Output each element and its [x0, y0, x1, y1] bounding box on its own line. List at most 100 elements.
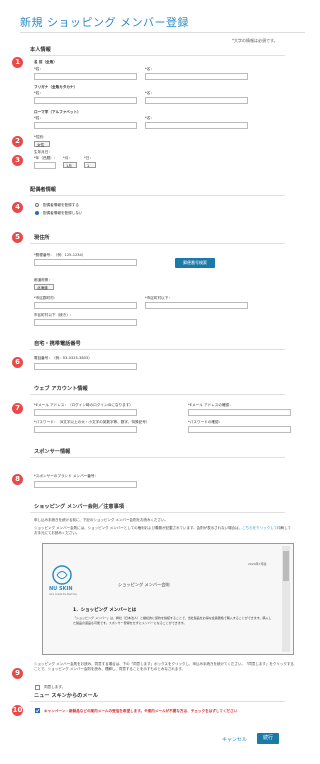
password-confirm-label: *パスワードの確認：	[188, 420, 223, 424]
city-label: *市区郡町村：	[34, 296, 58, 300]
step-marker-2: 2	[12, 136, 23, 147]
first-name-roman-input[interactable]	[145, 122, 248, 129]
birth-month-select[interactable]: 1月	[63, 162, 77, 168]
document-date: 2020年7月版	[248, 562, 267, 566]
mail-optin-checkbox[interactable]	[35, 708, 40, 713]
section-divider	[30, 701, 285, 702]
mail-optin-text: キャンペーン・新製品などの案内メールの受信を希望します。※案内メールが不要な方は…	[44, 709, 238, 713]
step-marker-1: 1	[12, 57, 23, 68]
birth-month-label: *月：	[63, 156, 72, 160]
section-divider	[30, 243, 285, 244]
agree-instructions: ショッピング メンバー会則をお読み、同意する場合は、下の「同意します」ボックスを…	[34, 662, 294, 671]
section-divider	[30, 512, 285, 513]
town-label: *市区町村以下：	[145, 296, 172, 300]
address-heading: 現住所	[34, 235, 50, 241]
continue-button[interactable]: 続行	[257, 733, 279, 744]
contract-document-viewer[interactable]: NU SKIN Let's Create the Best Day 2020年7…	[42, 543, 294, 655]
spouse-heading: 配偶者情報	[30, 187, 56, 193]
gender-select[interactable]: 女性	[34, 141, 50, 147]
city-input[interactable]	[34, 302, 137, 309]
name-roman-label: ローマ字（アルファベット）	[34, 110, 81, 114]
step-marker-4: 4	[12, 202, 23, 213]
postal-code-input[interactable]	[34, 259, 137, 266]
document-title: ショッピング メンバー会則	[118, 582, 170, 587]
phone-input[interactable]	[34, 363, 137, 370]
email-input[interactable]	[34, 409, 137, 416]
name-kanji-label: 名 前（全角）	[34, 60, 57, 64]
contract-intro: 申し込み手続きを続ける前に、下記のショッピング メンバー会則をお読みください。	[34, 518, 169, 522]
building-input[interactable]	[34, 319, 137, 326]
account-heading: ウェブ アカウント情報	[34, 386, 88, 392]
email-confirm-label: *Eメール アドレスの確認：	[188, 403, 233, 407]
password-label: *パスワード：（8文字以上の大・小文字の英数字等、数字、特殊記号）	[34, 420, 150, 424]
password-confirm-input[interactable]	[188, 426, 291, 433]
postal-search-button[interactable]: 郵便番号検索	[175, 258, 215, 268]
birth-label: 生年月日：	[34, 150, 52, 154]
birth-year-input[interactable]	[34, 162, 56, 169]
password-input[interactable]	[34, 426, 137, 433]
agree-label: 同意します。	[44, 685, 66, 689]
birth-day-select[interactable]: 1	[84, 162, 96, 168]
check-icon	[35, 709, 40, 713]
email-label: *Eメール アドレス：（ログイン時のログインIDになります）	[34, 403, 133, 407]
document-scrollbar[interactable]	[282, 546, 290, 652]
step-marker-8: 8	[12, 474, 23, 485]
nu-skin-logo-icon	[51, 564, 73, 586]
sponsor-heading: スポンサー情報	[34, 449, 71, 455]
birth-day-label: *日：	[84, 156, 93, 160]
step-marker-9: 9	[12, 668, 23, 679]
last-name-kanji-input[interactable]	[34, 73, 137, 80]
first-name-kanji-input[interactable]	[145, 73, 248, 80]
section-divider	[30, 349, 285, 350]
sponsor-input[interactable]	[34, 481, 137, 488]
spouse-register-label: 配偶者情報を登録する	[43, 203, 79, 207]
gender-label: *性別：	[34, 135, 47, 139]
last-name-roman-input[interactable]	[34, 122, 137, 129]
document-section-title: 1．ショッピング メンバーとは	[73, 608, 137, 613]
name-kanji-last-label: *姓：	[34, 67, 43, 71]
name-roman-first-label: *名：	[145, 116, 154, 120]
name-kana-first-label: *名：	[145, 91, 154, 95]
contract-heading: ショッピング メンバー会則／注意事項	[34, 504, 124, 510]
mail-heading: ニュー スキンからのメール	[34, 693, 98, 699]
section-divider	[30, 394, 285, 395]
sponsor-label: *スポンサーのブランド メンバー番号：	[34, 474, 99, 478]
step-marker-6: 6	[12, 357, 23, 368]
spouse-register-radio[interactable]	[35, 203, 39, 207]
phone-heading: 自宅・携帯電話番号	[34, 341, 81, 347]
logo-text: NU SKIN	[49, 586, 73, 592]
step-marker-3: 3	[12, 155, 23, 166]
required-note: *大字の情報は必須です。	[232, 38, 278, 43]
phone-label: 電話番号：（例：03-0325-3803）	[34, 356, 92, 360]
agree-checkbox[interactable]	[35, 685, 40, 690]
town-input[interactable]	[145, 302, 248, 309]
section-divider	[30, 55, 285, 56]
name-kanji-first-label: *名：	[145, 67, 154, 71]
contract-notice: ショッピング メンバー会則には、ショッピング メンバーとしての権利および義務が記…	[34, 526, 294, 536]
building-label: 市区町村以下（続き）：	[34, 313, 74, 317]
title-divider	[20, 32, 305, 33]
name-kana-last-label: *姓：	[34, 91, 43, 95]
contract-body-text: ショッピング メンバー会則には、ショッピング メンバーとしての権利および義務が記…	[34, 526, 243, 530]
prefecture-label: 都道府県：	[34, 278, 52, 282]
postal-label: *郵便番号：（例：125-1234）	[34, 253, 86, 257]
name-kana-label: フリガナ（全角カタカナ）	[34, 85, 78, 89]
section-divider	[30, 457, 285, 458]
last-name-kana-input[interactable]	[34, 97, 137, 104]
spouse-skip-radio[interactable]	[35, 211, 39, 215]
first-name-kana-input[interactable]	[145, 97, 248, 104]
prefecture-select[interactable]: 北海道	[34, 284, 54, 290]
document-paragraph: 「ショッピング メンバー」は、弊社（日本法人）と継続的に契約を締結することで、当…	[73, 616, 272, 625]
personal-heading: 本人情報	[30, 47, 51, 53]
cancel-button[interactable]: キャンセル	[222, 736, 247, 743]
section-divider	[30, 195, 285, 196]
logo-subtext: Let's Create the Best Day	[49, 593, 77, 596]
page-title: 新規 ショッピング メンバー登録	[20, 16, 189, 29]
spouse-skip-label: 配偶者情報を登録しない	[43, 211, 83, 215]
step-marker-5: 5	[12, 232, 23, 243]
birth-year-label: *年（西暦）：	[34, 156, 58, 160]
print-contract-link[interactable]: こちらをクリックして	[242, 526, 277, 530]
name-roman-last-label: *姓：	[34, 116, 43, 120]
email-confirm-input[interactable]	[188, 409, 291, 416]
step-marker-7: 7	[12, 403, 23, 414]
